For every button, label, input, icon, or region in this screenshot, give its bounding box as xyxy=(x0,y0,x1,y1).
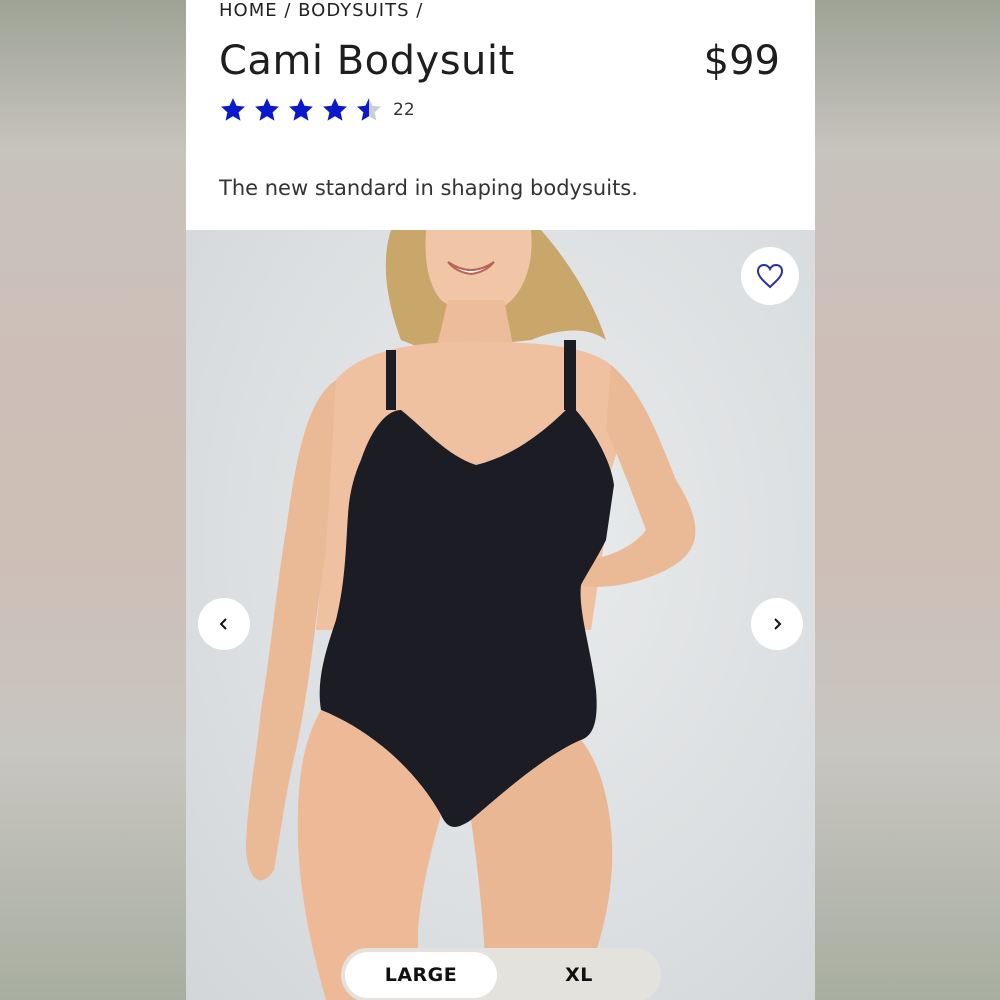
size-option-large[interactable]: LARGE xyxy=(345,952,497,998)
background-blur-left xyxy=(0,0,186,1000)
half-star-icon xyxy=(357,98,381,121)
rating-stars[interactable]: 22 xyxy=(219,96,415,124)
product-header: HOME / BODYSUITS / Cami Bodysuit $99 22 … xyxy=(186,0,815,230)
chevron-right-icon xyxy=(774,618,782,630)
product-page: HOME / BODYSUITS / Cami Bodysuit $99 22 … xyxy=(186,0,815,1000)
star-icon xyxy=(323,98,347,121)
model-photo xyxy=(246,230,696,1000)
carousel-next-button[interactable] xyxy=(751,598,803,650)
background-blur-right xyxy=(815,0,1000,1000)
star-icon xyxy=(255,98,279,121)
product-image-carousel[interactable]: LARGE XL xyxy=(186,230,815,1000)
product-price: $99 xyxy=(703,38,780,84)
product-tagline: The new standard in shaping bodysuits. xyxy=(219,176,638,200)
size-option-xl[interactable]: XL xyxy=(497,952,661,998)
star-icon xyxy=(289,98,313,121)
review-count[interactable]: 22 xyxy=(393,100,415,120)
size-selector: LARGE XL xyxy=(341,948,661,1000)
product-title: Cami Bodysuit xyxy=(219,38,515,84)
heart-icon xyxy=(756,263,784,289)
star-icon xyxy=(221,98,245,121)
carousel-prev-button[interactable] xyxy=(198,598,250,650)
chevron-left-icon xyxy=(219,618,227,630)
wishlist-button[interactable] xyxy=(741,247,799,305)
breadcrumb[interactable]: HOME / BODYSUITS / xyxy=(219,0,423,21)
